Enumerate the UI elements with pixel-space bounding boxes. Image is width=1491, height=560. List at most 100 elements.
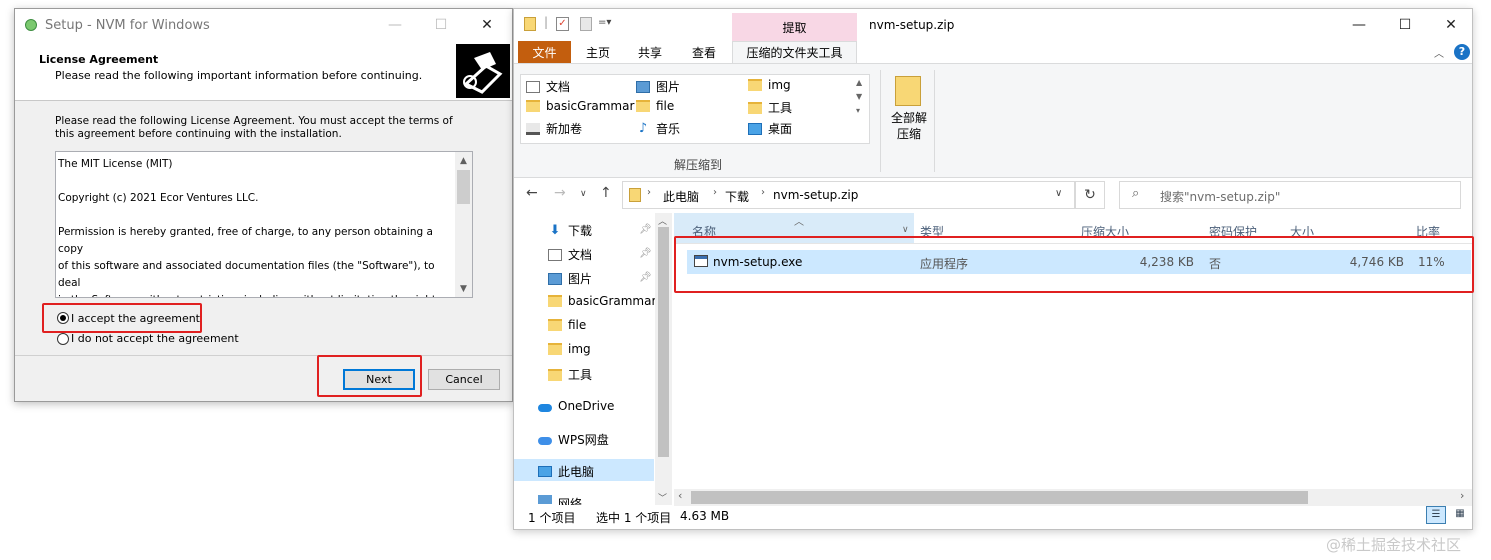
ribbon-collapse-icon[interactable]: ︿ xyxy=(1434,45,1444,60)
license-scrollbar[interactable]: ▲ ▼ xyxy=(455,152,472,297)
address-dropdown-icon[interactable]: ∨ xyxy=(1055,188,1062,199)
nav-item-img[interactable]: img xyxy=(548,342,591,356)
nav-item-label: 图片 xyxy=(568,272,593,286)
address-bar[interactable]: › 此电脑 › 下载 › nvm-setup.zip ∨ xyxy=(622,181,1075,209)
chevron-right-icon[interactable]: › xyxy=(647,187,651,198)
picture-icon xyxy=(636,80,650,93)
nav-item-label: 此电脑 xyxy=(558,465,595,479)
tab-home[interactable]: 主页 xyxy=(578,41,618,63)
up-icon[interactable]: ↑ xyxy=(600,185,612,201)
ribbon-location-item[interactable]: img xyxy=(748,78,791,92)
license-textbox[interactable]: The MIT License (MIT) Copyright (c) 2021… xyxy=(55,151,473,298)
network-icon xyxy=(538,495,552,504)
nav-item-network[interactable]: 网络 xyxy=(538,495,582,505)
minimize-icon[interactable]: — xyxy=(372,9,418,41)
ribbon-location-item[interactable]: 图片 xyxy=(636,78,680,95)
nav-item-onedrive[interactable]: OneDrive xyxy=(538,399,614,413)
scroll-left-icon[interactable]: ‹ xyxy=(678,489,682,502)
breadcrumb-item[interactable]: 下载 xyxy=(725,188,749,205)
list-scroll-thumb[interactable] xyxy=(691,491,1308,504)
tab-file[interactable]: 文件 xyxy=(518,41,571,63)
nav-item-label: 下载 xyxy=(568,224,593,238)
search-input[interactable]: ⌕ 搜索"nvm-setup.zip" xyxy=(1119,181,1461,209)
nav-item-tools[interactable]: 工具 xyxy=(548,366,592,383)
accept-radio[interactable] xyxy=(57,312,69,324)
qat-separator: | xyxy=(544,15,549,29)
download-icon: ⬇ xyxy=(549,222,561,238)
close-icon[interactable]: ✕ xyxy=(1428,9,1474,41)
accept-label[interactable]: I accept the agreement xyxy=(71,312,200,325)
next-button[interactable]: Next xyxy=(343,369,415,390)
music-icon: ♪ xyxy=(638,120,648,136)
nav-item-pictures[interactable]: 图片 xyxy=(548,270,592,287)
ribbon-panel: 文档 图片 img basicGrammar file 工具 新加卷 ♪ 音乐 桌… xyxy=(514,63,1472,178)
new-folder-icon[interactable] xyxy=(580,17,592,31)
scroll-right-icon[interactable]: › xyxy=(1460,489,1464,502)
help-icon[interactable]: ? xyxy=(1454,44,1470,60)
forward-icon[interactable]: → xyxy=(554,185,566,201)
recent-dropdown-icon[interactable]: ∨ xyxy=(580,189,587,199)
pin-icon[interactable]: 📌︎ xyxy=(639,272,652,283)
ribbon-location-item[interactable]: ♪ 音乐 xyxy=(636,120,680,137)
scroll-thumb[interactable] xyxy=(457,170,470,204)
large-icons-view-icon[interactable]: ▦ xyxy=(1450,506,1470,524)
picture-icon xyxy=(548,272,562,285)
breadcrumb-item[interactable]: 此电脑 xyxy=(663,188,699,205)
chevron-right-icon[interactable]: › xyxy=(713,187,717,198)
breadcrumb-item[interactable]: nvm-setup.zip xyxy=(773,188,858,202)
ribbon-location-label: 桌面 xyxy=(768,122,793,136)
explorer-window-title: nvm-setup.zip xyxy=(869,18,955,32)
document-icon xyxy=(548,248,562,261)
details-view-icon[interactable]: ☰ xyxy=(1426,506,1446,524)
nav-item-basicgrammar[interactable]: basicGrammar xyxy=(548,294,656,308)
minimize-icon[interactable]: — xyxy=(1336,9,1382,41)
document-icon xyxy=(526,80,540,93)
folder-qat-icon xyxy=(524,17,536,31)
folder-icon xyxy=(748,101,762,114)
ribbon-location-item[interactable]: 文档 xyxy=(526,78,570,95)
chevron-right-icon[interactable]: › xyxy=(761,187,765,198)
maximize-icon[interactable]: ☐ xyxy=(1382,9,1428,41)
qat-dropdown-icon[interactable]: =▾ xyxy=(598,17,611,28)
decline-radio[interactable] xyxy=(57,333,69,345)
ribbon-location-label: file xyxy=(656,99,675,113)
scroll-up-icon[interactable]: ▲ xyxy=(455,152,472,169)
tab-share[interactable]: 共享 xyxy=(630,41,670,63)
ribbon-location-item[interactable]: 新加卷 xyxy=(526,120,582,137)
ribbon-location-item[interactable]: file xyxy=(636,99,674,113)
nav-item-this-pc[interactable]: 此电脑 xyxy=(538,463,594,480)
ribbon-location-item[interactable]: 工具 xyxy=(748,99,792,116)
pin-icon[interactable]: 📌︎ xyxy=(639,224,652,235)
maximize-icon[interactable]: ☐ xyxy=(418,9,464,41)
scroll-down-icon[interactable]: ﹀ xyxy=(658,491,667,504)
scroll-up-icon[interactable]: ︿ xyxy=(658,214,667,227)
ribbon-location-item[interactable]: 桌面 xyxy=(748,120,792,137)
tab-compressed-tools[interactable]: 压缩的文件夹工具 xyxy=(732,41,857,63)
refresh-icon[interactable]: ↻ xyxy=(1075,181,1105,209)
nav-item-downloads[interactable]: ⬇ 下载 xyxy=(548,222,592,239)
gallery-scroll-icon[interactable]: ▲ ▼ ▾ xyxy=(856,76,862,118)
extract-all-button[interactable]: 全部解 压缩 xyxy=(886,110,932,142)
column-filter-icon[interactable]: ∨ xyxy=(902,225,909,235)
nav-item-wps[interactable]: WPS网盘 xyxy=(538,431,609,448)
nav-item-label: 工具 xyxy=(568,368,593,382)
watermark: @稀土掘金技术社区 xyxy=(1326,536,1462,554)
close-icon[interactable]: ✕ xyxy=(464,9,510,41)
scroll-down-icon[interactable]: ▼ xyxy=(455,280,472,297)
license-intro-text: Please read the following License Agreem… xyxy=(55,115,453,140)
back-icon[interactable]: ← xyxy=(526,185,538,201)
search-placeholder: 搜索"nvm-setup.zip" xyxy=(1160,190,1281,204)
setup-dialog: Setup - NVM for Windows — ☐ ✕ License Ag… xyxy=(14,8,513,402)
properties-icon[interactable]: ✓ xyxy=(556,17,569,31)
tab-view[interactable]: 查看 xyxy=(684,41,724,63)
nav-item-file[interactable]: file xyxy=(548,318,586,332)
nav-item-documents[interactable]: 文档 xyxy=(548,246,592,263)
nav-scroll-thumb[interactable] xyxy=(658,227,669,457)
decline-label[interactable]: I do not accept the agreement xyxy=(71,332,239,345)
ribbon-location-item[interactable]: basicGrammar xyxy=(526,99,634,113)
cancel-button[interactable]: Cancel xyxy=(428,369,500,390)
pin-icon[interactable]: 📌︎ xyxy=(639,248,652,259)
nav-item-label: WPS网盘 xyxy=(558,433,609,447)
extract-all-icon[interactable] xyxy=(895,76,921,106)
explorer-window: | ✓ =▾ 提取 nvm-setup.zip — ☐ ✕ 文件 主页 共享 查… xyxy=(513,8,1474,530)
